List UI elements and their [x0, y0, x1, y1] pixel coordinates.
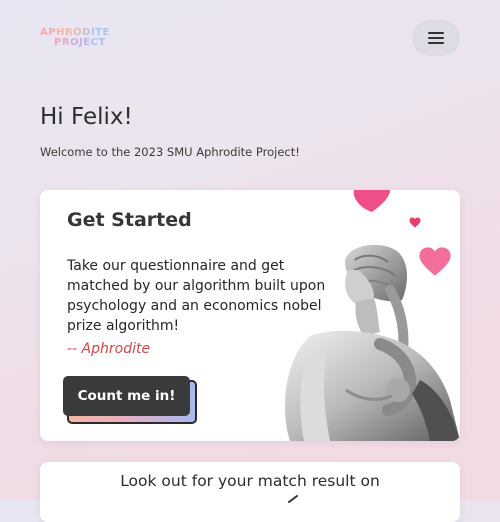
decorative-stroke-icon — [288, 495, 298, 503]
aphrodite-statue-image — [284, 244, 460, 441]
match-result-card: Look out for your match result on — [40, 462, 460, 522]
hamburger-menu-icon — [428, 32, 444, 44]
heart-icon — [409, 217, 421, 228]
greeting-title: Hi Felix! — [40, 104, 133, 130]
aphrodite-project-logo[interactable]: APHRODITE PROJECT — [40, 27, 122, 49]
count-me-in-button[interactable]: Count me in! — [63, 376, 190, 416]
welcome-subtitle: Welcome to the 2023 SMU Aphrodite Projec… — [40, 145, 300, 159]
heart-icon — [353, 190, 390, 212]
signature: -- Aphrodite — [67, 341, 151, 357]
card-title: Get Started — [67, 209, 192, 231]
logo-line-2: PROJECT — [54, 37, 106, 48]
menu-button[interactable] — [412, 20, 460, 56]
match-result-text: Look out for your match result on — [120, 472, 380, 490]
